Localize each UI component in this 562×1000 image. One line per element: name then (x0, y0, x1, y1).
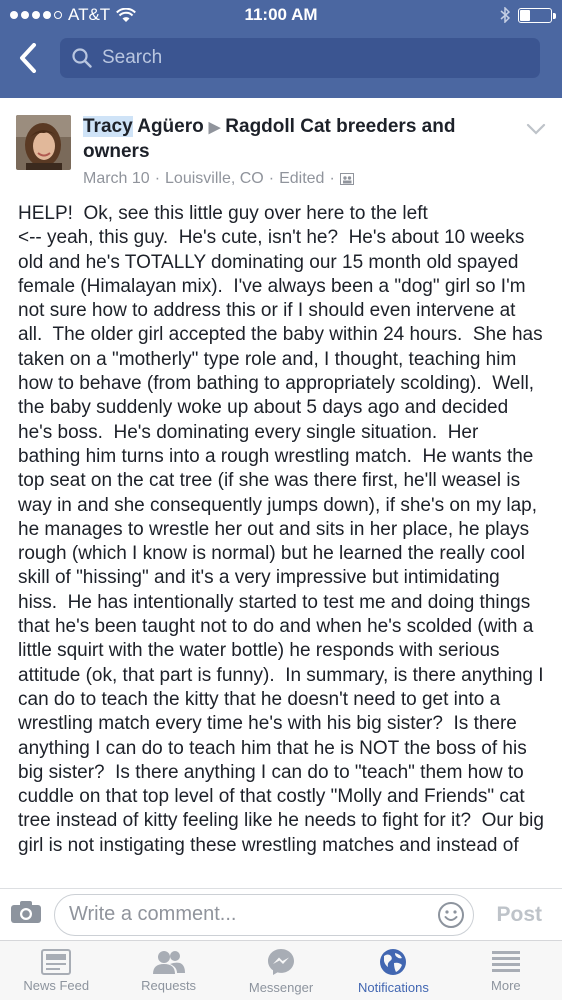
tab-label: More (491, 977, 521, 993)
post-header: Tracy Agüero ▶ Ragdoll Cat breeders and ow… (0, 98, 562, 188)
search-bar[interactable] (60, 38, 540, 78)
author-last-name: Agüero (132, 116, 204, 137)
search-input[interactable] (102, 47, 528, 69)
status-bar: AT&T 11:00 AM (0, 0, 562, 30)
news-feed-icon (41, 948, 72, 975)
tab-requests[interactable]: Requests (112, 941, 224, 1000)
comment-input[interactable] (69, 903, 438, 926)
comment-box[interactable] (54, 893, 475, 936)
author-avatar[interactable] (16, 115, 71, 170)
post-card: Tracy Agüero ▶ Ragdoll Cat breeders and ow… (0, 98, 562, 888)
nav-row (0, 30, 562, 86)
avatar-image (16, 115, 71, 170)
separator-dot: · (154, 170, 161, 187)
camera-button[interactable] (10, 900, 42, 929)
top-bar: AT&T 11:00 AM (0, 0, 562, 98)
bluetooth-icon (500, 7, 510, 23)
bottom-tab-bar: News Feed Requests Messenger Notificatio… (0, 940, 562, 1000)
tab-more[interactable]: More (450, 941, 562, 1000)
tab-label: Notifications (358, 979, 429, 995)
search-icon (72, 48, 92, 68)
group-audience-icon (339, 173, 354, 185)
separator-dot: · (268, 170, 275, 187)
signal-strength-icon (10, 11, 62, 19)
post-options-button[interactable] (526, 122, 546, 140)
tab-label: Messenger (248, 979, 314, 995)
post-location[interactable]: Louisville, CO (165, 170, 264, 188)
chevron-left-icon (20, 43, 36, 73)
wifi-icon (116, 7, 137, 22)
messenger-icon (268, 948, 295, 975)
post-body: HELP! Ok, see this little guy over here … (18, 203, 544, 856)
post-meta: March 10 · Louisville, CO · Edited · (83, 170, 483, 188)
tab-news-feed[interactable]: News Feed (0, 941, 112, 1000)
sticker-icon[interactable] (437, 901, 465, 929)
battery-icon (518, 7, 556, 23)
carrier-signal: AT&T (10, 5, 137, 25)
tab-messenger[interactable]: Messenger (225, 941, 337, 1000)
post-title: Tracy Agüero ▶ Ragdoll Cat breeders and ow… (83, 115, 483, 164)
menu-icon (491, 950, 520, 972)
camera-icon (11, 901, 41, 923)
comment-bar: Post (0, 888, 562, 940)
battery-fill (520, 9, 530, 21)
carrier-name: AT&T (68, 5, 111, 24)
post-comment-button[interactable]: Post (486, 903, 552, 927)
globe-icon (380, 948, 407, 975)
arrow-right-icon: ▶ (208, 119, 221, 136)
separator-dot: · (329, 170, 335, 187)
tab-notifications[interactable]: Notifications (337, 941, 449, 1000)
post-date[interactable]: March 10 (83, 170, 150, 188)
friend-requests-icon (152, 950, 185, 974)
author-first-name: Tracy (83, 116, 133, 137)
edited-label[interactable]: Edited (279, 170, 324, 188)
author-name[interactable]: Tracy Agüero (83, 116, 204, 137)
back-button[interactable] (10, 38, 46, 78)
tab-label: News Feed (23, 977, 90, 993)
tab-label: Requests (141, 977, 197, 993)
chevron-down-icon (526, 123, 546, 135)
